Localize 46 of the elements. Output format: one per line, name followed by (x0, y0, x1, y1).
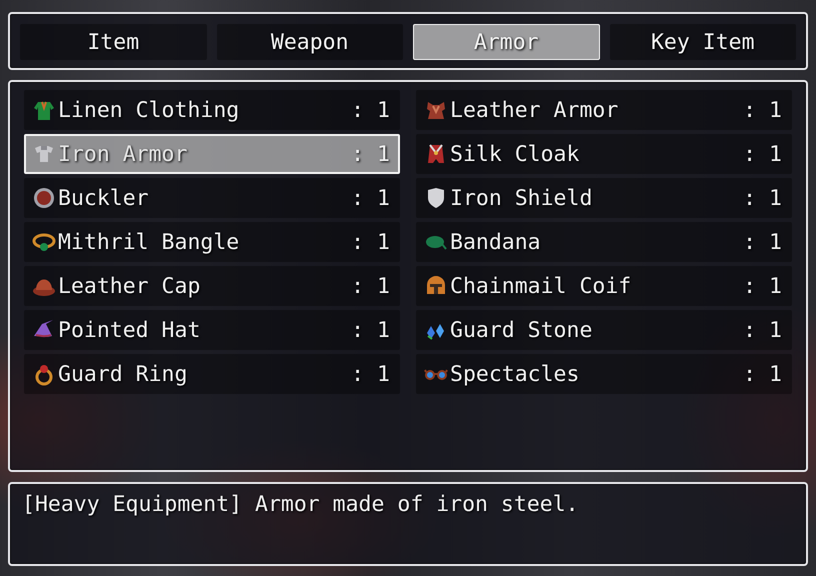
item-count: : 1 (351, 142, 390, 166)
item-row[interactable]: Leather Cap : 1 (24, 266, 400, 306)
item-count: : 1 (743, 362, 782, 386)
item-name: Chainmail Coif (450, 274, 632, 298)
item-row[interactable]: Pointed Hat : 1 (24, 310, 400, 350)
item-name: Leather Armor (450, 98, 620, 122)
item-count: : 1 (351, 274, 390, 298)
item-count: : 1 (743, 318, 782, 342)
item-name: Guard Stone (450, 318, 594, 342)
item-row[interactable]: Linen Clothing : 1 (24, 90, 400, 130)
item-row[interactable]: Spectacles : 1 (416, 354, 792, 394)
item-name: Bandana (450, 230, 542, 254)
item-name: Iron Shield (450, 186, 594, 210)
item-row[interactable]: Iron Shield : 1 (416, 178, 792, 218)
item-count: : 1 (743, 98, 782, 122)
item-name: Linen Clothing (58, 98, 240, 122)
item-name: Leather Cap (58, 274, 202, 298)
item-count: : 1 (351, 98, 390, 122)
item-row[interactable]: Leather Armor : 1 (416, 90, 792, 130)
item-row[interactable]: Mithril Bangle : 1 (24, 222, 400, 262)
category-tab[interactable]: Key Item (610, 24, 796, 60)
item-count: : 1 (743, 142, 782, 166)
item-name: Mithril Bangle (58, 230, 240, 254)
item-row[interactable]: Bandana : 1 (416, 222, 792, 262)
item-row[interactable]: Buckler : 1 (24, 178, 400, 218)
item-count: : 1 (743, 230, 782, 254)
item-row[interactable]: Silk Cloak : 1 (416, 134, 792, 174)
item-name: Buckler (58, 186, 150, 210)
item-count: : 1 (351, 362, 390, 386)
item-name: Silk Cloak (450, 142, 580, 166)
item-row[interactable]: Guard Stone : 1 (416, 310, 792, 350)
item-row[interactable]: Guard Ring : 1 (24, 354, 400, 394)
item-count: : 1 (743, 274, 782, 298)
item-count: : 1 (351, 230, 390, 254)
item-name: Guard Ring (58, 362, 188, 386)
item-name: Spectacles (450, 362, 580, 386)
category-tab[interactable]: Item (20, 24, 206, 60)
item-name: Pointed Hat (58, 318, 202, 342)
help-text: [Heavy Equipment] Armor made of iron steel. (22, 492, 579, 517)
item-name: Iron Armor (58, 142, 188, 166)
item-count: : 1 (351, 186, 390, 210)
item-count: : 1 (743, 186, 782, 210)
item-row[interactable]: Chainmail Coif : 1 (416, 266, 792, 306)
category-tab[interactable]: Weapon (216, 24, 403, 60)
item-count: : 1 (351, 318, 390, 342)
buckler-icon (32, 186, 56, 210)
